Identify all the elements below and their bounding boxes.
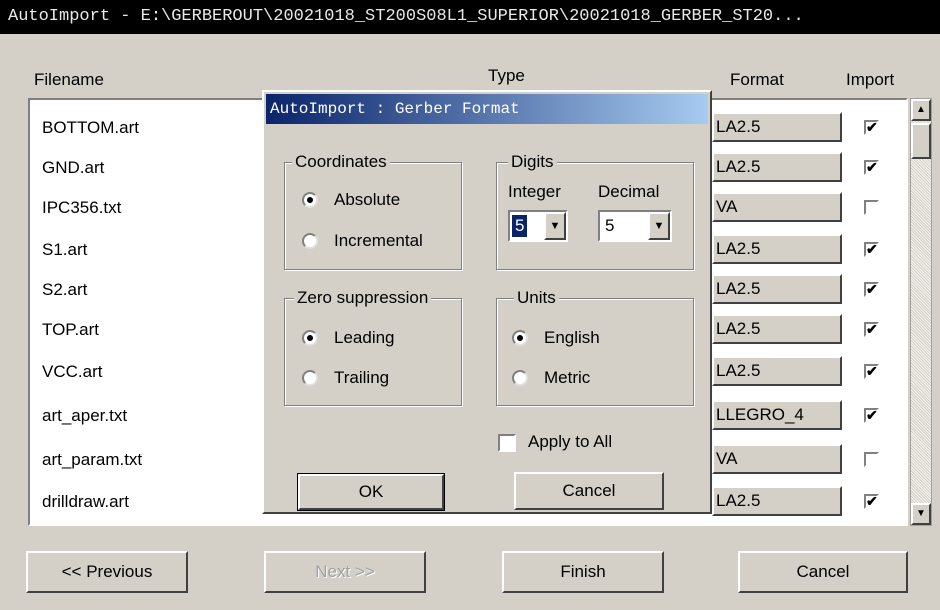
radio-trailing-label: Trailing <box>334 368 390 387</box>
dialog-title: AutoImport : Gerber Format <box>270 100 520 118</box>
check-icon: ✔ <box>866 493 878 509</box>
row-import-checkbox[interactable]: ✔ <box>864 160 879 175</box>
coordinates-group <box>284 162 462 270</box>
radio-absolute[interactable]: Absolute <box>302 190 452 212</box>
ok-button[interactable]: OK <box>297 473 445 511</box>
header-filename: Filename <box>34 70 104 89</box>
zero-suppression-label: Zero suppression <box>294 289 432 307</box>
chevron-down-icon[interactable]: ▼ <box>544 212 566 240</box>
row-import-checkbox[interactable]: ✔ <box>864 494 879 509</box>
coordinates-label: Coordinates <box>292 153 390 171</box>
row-filename[interactable]: S2.art <box>42 280 87 300</box>
row-format-button[interactable]: LA2.5 <box>712 274 842 304</box>
decimal-label: Decimal <box>598 182 660 201</box>
radio-incremental-button[interactable] <box>302 233 318 249</box>
apply-to-all-box[interactable] <box>498 434 516 452</box>
radio-english-label: English <box>544 328 600 347</box>
row-format-button[interactable]: VA <box>712 192 842 222</box>
check-icon: ✔ <box>866 159 878 175</box>
radio-incremental[interactable]: Incremental <box>302 231 452 253</box>
row-filename[interactable]: drilldraw.art <box>42 492 129 512</box>
integer-label: Integer <box>508 182 561 201</box>
row-format-button[interactable]: VA <box>712 444 842 474</box>
check-icon: ✔ <box>866 321 878 337</box>
check-icon: ✔ <box>866 241 878 257</box>
row-import-checkbox[interactable]: ✔ <box>864 408 879 423</box>
check-icon: ✔ <box>866 363 878 379</box>
units-label: Units <box>514 289 559 307</box>
row-filename[interactable]: IPC356.txt <box>42 198 121 218</box>
radio-incremental-label: Incremental <box>334 231 423 250</box>
next-button[interactable]: Next >> <box>264 551 426 593</box>
gerber-format-dialog: AutoImport : Gerber Format Coordinates A… <box>262 90 712 514</box>
row-filename[interactable]: TOP.art <box>42 320 99 340</box>
row-import-checkbox[interactable]: ✔ <box>864 242 879 257</box>
radio-trailing-button[interactable] <box>302 370 318 386</box>
apply-to-all-label: Apply to All <box>528 432 613 451</box>
radio-absolute-label: Absolute <box>334 190 401 209</box>
header-import: Import <box>846 70 895 89</box>
row-format-button[interactable]: LA2.5 <box>712 486 842 516</box>
check-icon: ✔ <box>866 281 878 297</box>
chevron-down-icon[interactable]: ▼ <box>648 212 670 240</box>
row-filename[interactable]: art_param.txt <box>42 450 142 470</box>
check-icon: ✔ <box>866 119 878 135</box>
window-titlebar[interactable]: AutoImport - E:\GERBEROUT\20021018_ST200… <box>0 0 940 34</box>
row-format-button[interactable]: LA2.5 <box>712 356 842 386</box>
previous-button[interactable]: << Previous <box>26 551 188 593</box>
integer-select[interactable]: 5 ▼ <box>508 210 568 242</box>
radio-metric-button[interactable] <box>512 370 528 386</box>
radio-english[interactable]: English <box>512 328 662 350</box>
row-filename[interactable]: VCC.art <box>42 362 102 382</box>
radio-metric[interactable]: Metric <box>512 368 662 390</box>
row-format-button[interactable]: LA2.5 <box>712 152 842 182</box>
integer-value: 5 <box>510 214 529 238</box>
radio-leading-label: Leading <box>334 328 395 347</box>
header-format: Format <box>730 70 784 89</box>
row-import-checkbox[interactable]: ✔ <box>864 120 879 135</box>
scroll-thumb[interactable] <box>911 123 931 159</box>
dialog-cancel-button[interactable]: Cancel <box>514 472 664 510</box>
check-icon: ✔ <box>866 407 878 423</box>
row-import-checkbox[interactable]: ✔ <box>864 364 879 379</box>
row-filename[interactable]: art_aper.txt <box>42 406 127 426</box>
row-filename[interactable]: GND.art <box>42 158 104 178</box>
digits-label: Digits <box>508 153 557 171</box>
dialog-titlebar[interactable]: AutoImport : Gerber Format <box>266 94 708 124</box>
row-filename[interactable]: S1.art <box>42 240 87 260</box>
row-import-checkbox[interactable] <box>864 452 879 467</box>
finish-button[interactable]: Finish <box>502 551 664 593</box>
radio-english-button[interactable] <box>512 330 528 346</box>
row-import-checkbox[interactable]: ✔ <box>864 322 879 337</box>
radio-leading-button[interactable] <box>302 330 318 346</box>
header-type: Type <box>488 66 525 85</box>
radio-absolute-button[interactable] <box>302 192 318 208</box>
vertical-scrollbar[interactable]: ▲ ▼ <box>910 98 932 526</box>
scroll-up-icon[interactable]: ▲ <box>911 99 931 121</box>
decimal-value: 5 <box>605 216 615 235</box>
row-format-button[interactable]: LA2.5 <box>712 234 842 264</box>
radio-trailing[interactable]: Trailing <box>302 368 452 390</box>
apply-to-all-checkbox[interactable]: Apply to All <box>498 432 678 454</box>
row-format-button[interactable]: LA2.5 <box>712 112 842 142</box>
row-filename[interactable]: BOTTOM.art <box>42 118 139 138</box>
row-format-button[interactable]: LLEGRO_4 <box>712 400 842 430</box>
cancel-button[interactable]: Cancel <box>738 551 908 593</box>
scroll-down-icon[interactable]: ▼ <box>911 503 931 525</box>
window-title: AutoImport - E:\GERBEROUT\20021018_ST200… <box>8 7 804 26</box>
radio-metric-label: Metric <box>544 368 591 387</box>
decimal-select[interactable]: 5 ▼ <box>598 210 672 242</box>
row-import-checkbox[interactable]: ✔ <box>864 282 879 297</box>
row-import-checkbox[interactable] <box>864 200 879 215</box>
row-format-button[interactable]: LA2.5 <box>712 314 842 344</box>
radio-leading[interactable]: Leading <box>302 328 452 350</box>
title-fade <box>800 0 940 34</box>
